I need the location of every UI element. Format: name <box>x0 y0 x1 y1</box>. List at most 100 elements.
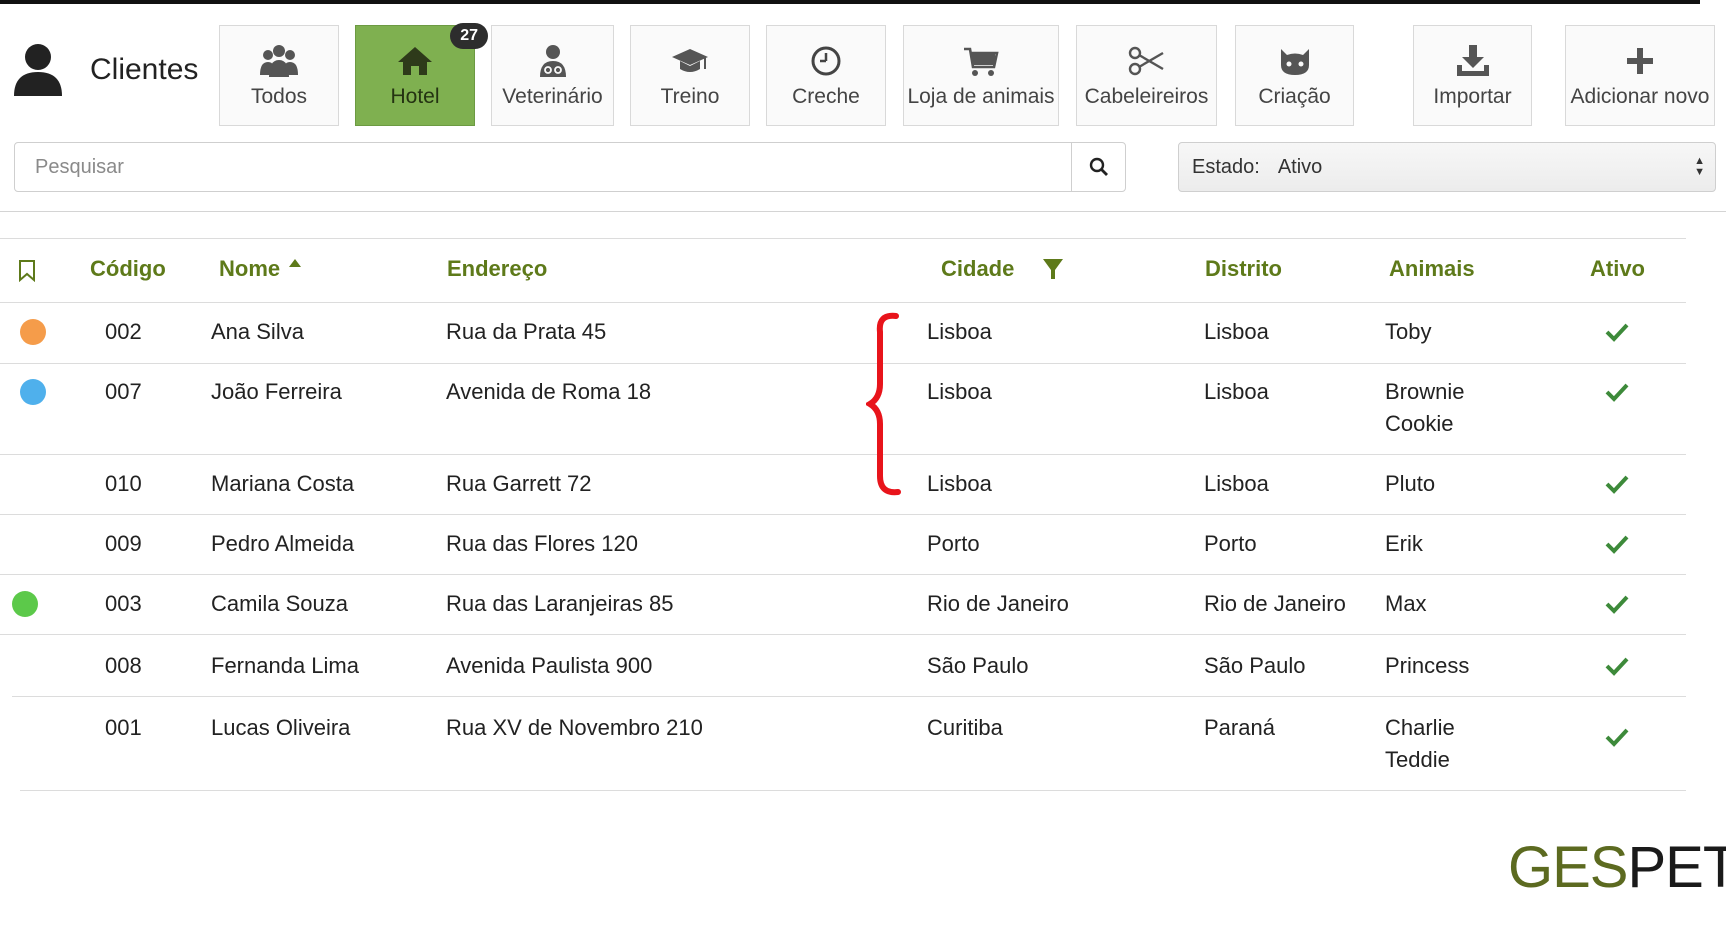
cell-codigo: 009 <box>105 531 142 556</box>
status-dot <box>20 379 46 405</box>
cell-distrito: Rio de Janeiro <box>1204 591 1346 616</box>
cell-endereco: Avenida Paulista 900 <box>446 653 653 678</box>
cell-endereco: Rua da Prata 45 <box>446 319 607 344</box>
page-header: Clientes <box>12 40 198 100</box>
row-divider <box>0 363 1686 364</box>
search-button[interactable] <box>1071 143 1125 191</box>
import-label: Importar <box>1433 84 1512 108</box>
category-hotel-button[interactable]: Hotel 27 <box>355 23 488 126</box>
annotation-brace <box>866 312 901 496</box>
cell-distrito: Porto <box>1204 531 1257 556</box>
active-check-icon <box>1605 475 1629 494</box>
user-icon <box>14 44 62 96</box>
cell-nome: Fernanda Lima <box>211 653 359 678</box>
category-label: Criação <box>1258 84 1331 108</box>
table-top-border <box>0 238 1686 239</box>
cell-cidade: Lisboa <box>927 471 992 496</box>
row-divider <box>0 574 1686 575</box>
cell-codigo: 010 <box>105 471 142 496</box>
cell-endereco: Rua das Flores 120 <box>446 531 638 556</box>
cell-animal[interactable]: Erik <box>1385 528 1423 560</box>
search-icon <box>1089 157 1108 176</box>
cell-endereco: Rua das Laranjeiras 85 <box>446 591 674 616</box>
cell-endereco: Rua Garrett 72 <box>446 471 592 496</box>
category-todos-button[interactable]: Todos <box>219 25 339 126</box>
category-loja-button[interactable]: Loja de animais <box>903 25 1059 126</box>
state-filter-value: Ativo <box>1277 155 1323 178</box>
cell-distrito: Paraná <box>1204 715 1275 740</box>
column-header-ativo[interactable]: Ativo <box>1590 256 1645 282</box>
filter-icon[interactable] <box>1042 257 1064 281</box>
header-row-border <box>0 302 1686 303</box>
count-badge: 27 <box>450 23 488 49</box>
column-header-distrito[interactable]: Distrito <box>1205 256 1282 282</box>
cell-cidade: Lisboa <box>927 379 992 404</box>
doctor-icon <box>539 44 566 77</box>
cell-animal[interactable]: Princess <box>1385 650 1469 682</box>
import-button[interactable]: Importar <box>1413 25 1532 126</box>
add-new-button[interactable]: Adicionar novo <box>1565 25 1715 126</box>
users-icon <box>260 44 298 77</box>
cell-animal[interactable]: Max <box>1385 588 1427 620</box>
search-input[interactable] <box>15 143 1071 191</box>
active-check-icon <box>1605 728 1629 747</box>
cell-distrito: Lisboa <box>1204 379 1269 404</box>
column-header-nome-label: Nome <box>219 256 281 281</box>
category-criacao-button[interactable]: Criação <box>1235 25 1354 126</box>
column-header-nome[interactable]: Nome <box>219 256 302 282</box>
home-icon <box>398 46 432 75</box>
cell-distrito: São Paulo <box>1204 653 1306 678</box>
logo-part-2: PET <box>1627 835 1726 900</box>
bookmark-icon[interactable] <box>18 260 36 282</box>
category-treino-button[interactable]: Treino <box>630 25 750 126</box>
cell-codigo: 008 <box>105 653 142 678</box>
category-veterinario-button[interactable]: Veterinário <box>491 25 614 126</box>
cat-face-icon <box>1280 48 1309 75</box>
row-divider <box>20 790 1686 791</box>
window-top-border <box>0 0 1700 4</box>
category-creche-button[interactable]: Creche <box>766 25 886 126</box>
cell-nome: Camila Souza <box>211 591 348 616</box>
cell-cidade: Curitiba <box>927 715 1003 740</box>
active-check-icon <box>1605 657 1629 676</box>
cell-codigo: 002 <box>105 319 142 344</box>
cell-nome: João Ferreira <box>211 379 342 404</box>
status-dot <box>20 319 46 345</box>
row-divider <box>0 514 1686 515</box>
active-check-icon <box>1605 595 1629 614</box>
category-label: Cabeleireiros <box>1084 84 1209 108</box>
cell-animal[interactable]: Toby <box>1385 316 1431 348</box>
category-label: Loja de animais <box>907 84 1055 108</box>
active-check-icon <box>1605 383 1629 402</box>
column-header-codigo[interactable]: Código <box>90 256 166 282</box>
cell-nome: Pedro Almeida <box>211 531 355 556</box>
category-cabeleireiros-button[interactable]: Cabeleireiros <box>1076 25 1217 126</box>
cell-cidade: São Paulo <box>927 653 1029 678</box>
cell-animal[interactable]: Teddie <box>1385 744 1450 776</box>
cell-animal[interactable]: Charlie <box>1385 712 1455 744</box>
shopping-cart-icon <box>964 47 999 76</box>
section-divider <box>0 211 1726 212</box>
cell-animal[interactable]: Cookie <box>1385 408 1453 440</box>
state-filter-select[interactable]: Estado: Ativo ▲ ▼ <box>1178 142 1716 192</box>
cell-distrito: Lisboa <box>1204 319 1269 344</box>
clock-icon <box>811 46 841 75</box>
select-arrows-icon: ▲ ▼ <box>1694 155 1705 178</box>
column-header-cidade[interactable]: Cidade <box>941 256 1014 282</box>
cell-endereco: Rua XV de Novembro 210 <box>446 715 703 740</box>
add-new-label: Adicionar novo <box>1570 84 1710 108</box>
column-header-endereco[interactable]: Endereço <box>447 256 547 282</box>
status-dot <box>12 591 38 617</box>
cell-nome: Mariana Costa <box>211 471 355 496</box>
page-title: Clientes <box>90 53 199 86</box>
cell-cidade: Rio de Janeiro <box>927 591 1069 616</box>
gespet-logo: GESPET <box>1508 838 1726 898</box>
row-divider <box>0 454 1686 455</box>
active-check-icon <box>1605 535 1629 554</box>
cell-nome: Lucas Oliveira <box>211 715 351 740</box>
cell-animal[interactable]: Brownie <box>1385 376 1464 408</box>
sort-ascending-icon <box>289 259 302 267</box>
column-header-animais[interactable]: Animais <box>1389 256 1475 282</box>
cell-animal[interactable]: Pluto <box>1385 468 1435 500</box>
cell-nome: Ana Silva <box>211 319 304 344</box>
